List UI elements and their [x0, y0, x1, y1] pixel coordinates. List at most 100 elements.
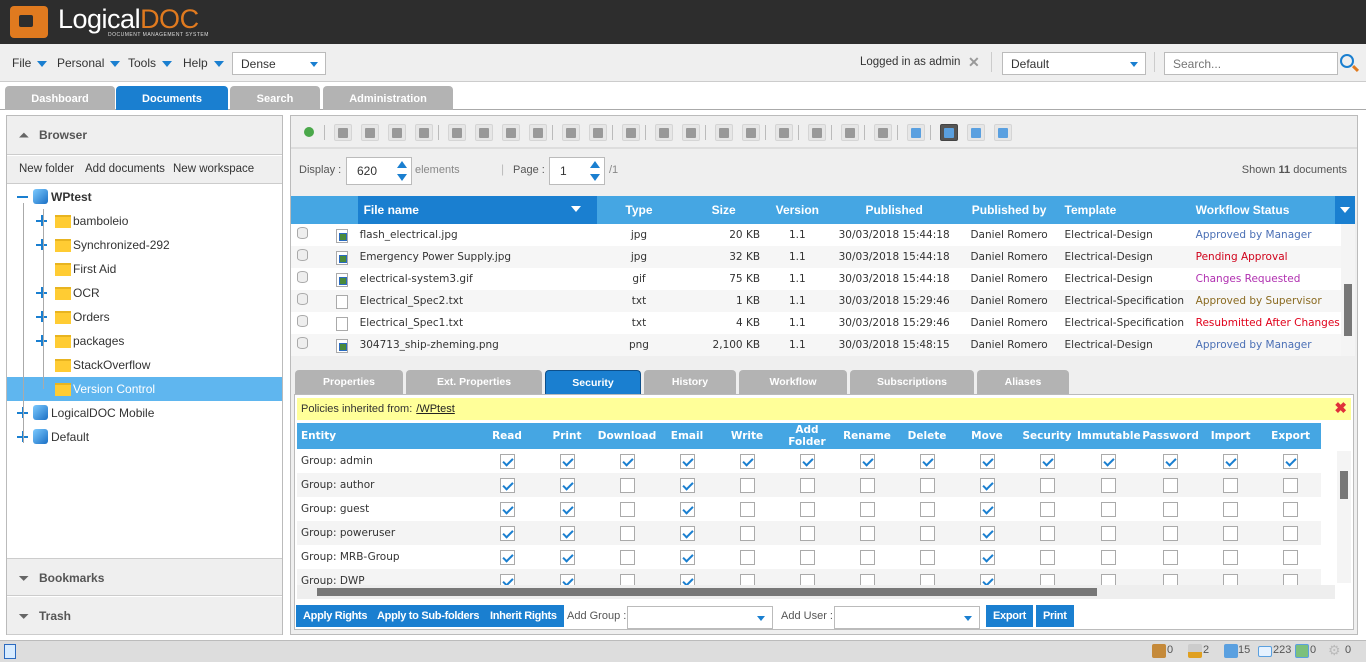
right-checkbox[interactable] — [1283, 501, 1299, 517]
apply-rights-button[interactable]: Apply Rights — [296, 605, 375, 627]
right-checkbox[interactable] — [739, 525, 755, 541]
log-icon[interactable] — [4, 644, 16, 659]
right-checkbox[interactable] — [679, 453, 695, 469]
right-checkbox[interactable] — [859, 525, 875, 541]
add-user-select[interactable] — [834, 606, 980, 629]
tab-documents[interactable]: Documents — [116, 86, 228, 110]
refresh-icon[interactable] — [301, 124, 319, 141]
tab-dashboard[interactable]: Dashboard — [5, 86, 115, 110]
right-checkbox[interactable] — [1163, 453, 1179, 469]
gear-icon[interactable] — [775, 124, 793, 141]
expand-icon[interactable] — [36, 287, 47, 298]
right-checkbox[interactable] — [1101, 525, 1117, 541]
right-checkbox[interactable] — [679, 477, 695, 493]
right-checkbox[interactable] — [1223, 453, 1239, 469]
right-checkbox[interactable] — [499, 573, 515, 585]
list-view-icon[interactable] — [940, 124, 958, 141]
menu-personal[interactable]: Personal — [57, 56, 121, 70]
add-zone-icon[interactable] — [808, 124, 826, 141]
right-checkbox[interactable] — [1039, 573, 1055, 585]
right-checkbox[interactable] — [679, 501, 695, 517]
right-checkbox[interactable] — [1039, 501, 1055, 517]
detail-tab-aliases[interactable]: Aliases — [977, 370, 1069, 394]
right-checkbox[interactable] — [619, 501, 635, 517]
right-checkbox[interactable] — [1283, 453, 1299, 469]
density-select[interactable]: Dense — [232, 52, 326, 75]
add-group-select[interactable] — [627, 606, 773, 629]
tree-item[interactable]: packages — [7, 329, 282, 353]
detail-tab-subscriptions[interactable]: Subscriptions — [850, 370, 974, 394]
pdf-icon[interactable] — [361, 124, 379, 141]
tab-search[interactable]: Search — [230, 86, 320, 110]
new-folder-link[interactable]: New folder — [19, 156, 74, 182]
column-header-filename[interactable]: File name — [357, 196, 597, 224]
edit-icon[interactable] — [655, 124, 673, 141]
column-header-version[interactable]: Version — [766, 196, 829, 224]
expand-icon[interactable] — [36, 239, 47, 250]
detail-tab-history[interactable]: History — [644, 370, 736, 394]
apply-to-subfolders-button[interactable]: Apply to Sub-folders — [370, 605, 487, 627]
right-checkbox[interactable] — [679, 573, 695, 585]
right-checkbox[interactable] — [679, 549, 695, 565]
document-row[interactable]: Electrical_Spec2.txt txt 1 KB 1.1 30/03/2018… — [291, 290, 1341, 312]
right-checkbox[interactable] — [799, 549, 815, 565]
right-checkbox[interactable] — [1039, 477, 1055, 493]
right-checkbox[interactable] — [559, 477, 575, 493]
right-checkbox[interactable] — [979, 549, 995, 565]
expand-icon[interactable] — [36, 335, 47, 346]
right-checkbox[interactable] — [919, 573, 935, 585]
browser-section-header[interactable]: ⏶ Browser — [7, 116, 282, 155]
right-checkbox[interactable] — [799, 501, 815, 517]
right-checkbox[interactable] — [799, 477, 815, 493]
right-checkbox[interactable] — [739, 573, 755, 585]
tree-item[interactable]: Orders — [7, 305, 282, 329]
right-checkbox[interactable] — [859, 501, 875, 517]
tree-item[interactable]: StackOverflow — [7, 353, 282, 377]
right-checkbox[interactable] — [1163, 525, 1179, 541]
add-form-icon[interactable] — [529, 124, 547, 141]
inherited-path-link[interactable]: /WPtest — [416, 403, 455, 415]
spin-up-icon[interactable] — [397, 161, 407, 168]
add-documents-link[interactable]: Add documents — [85, 156, 165, 182]
tree-item[interactable]: WPtest — [7, 185, 282, 209]
menu-help[interactable]: Help — [183, 56, 224, 70]
scroll-thumb[interactable] — [1344, 284, 1352, 336]
right-checkbox[interactable] — [619, 549, 635, 565]
spin-down-icon[interactable] — [590, 174, 600, 181]
right-checkbox[interactable] — [679, 525, 695, 541]
right-checkbox[interactable] — [559, 501, 575, 517]
gallery-view-icon[interactable] — [967, 124, 985, 141]
right-checkbox[interactable] — [499, 549, 515, 565]
right-checkbox[interactable] — [1223, 501, 1239, 517]
filter-icon[interactable] — [841, 124, 859, 141]
calendar-icon[interactable] — [1295, 644, 1309, 658]
tab-administration[interactable]: Administration — [323, 86, 453, 110]
detail-tab-ext-properties[interactable]: Ext. Properties — [406, 370, 542, 394]
add-image-icon[interactable] — [502, 124, 520, 141]
spin-up-icon[interactable] — [590, 161, 600, 168]
search-input[interactable] — [1164, 52, 1338, 75]
new-document-icon[interactable] — [448, 124, 466, 141]
menu-file[interactable]: File — [12, 56, 48, 70]
spin-down-icon[interactable] — [397, 174, 407, 181]
stamp-icon[interactable] — [715, 124, 733, 141]
locked-docs-icon[interactable] — [1188, 644, 1202, 658]
right-checkbox[interactable] — [1223, 525, 1239, 541]
right-checkbox[interactable] — [919, 501, 935, 517]
messages-icon[interactable] — [1258, 646, 1272, 657]
right-checkbox[interactable] — [1283, 573, 1299, 585]
add-scanner-icon[interactable] — [475, 124, 493, 141]
right-checkbox[interactable] — [799, 453, 815, 469]
right-checkbox[interactable] — [919, 525, 935, 541]
right-checkbox[interactable] — [739, 549, 755, 565]
right-checkbox[interactable] — [1101, 549, 1117, 565]
preview-view-icon[interactable] — [994, 124, 1012, 141]
edit-doc-icon[interactable] — [682, 124, 700, 141]
right-checkbox[interactable] — [559, 549, 575, 565]
download-icon[interactable] — [334, 124, 352, 141]
right-checkbox[interactable] — [559, 573, 575, 585]
compare-icon[interactable] — [415, 124, 433, 141]
right-checkbox[interactable] — [739, 477, 755, 493]
right-checkbox[interactable] — [919, 477, 935, 493]
right-checkbox[interactable] — [1101, 453, 1117, 469]
